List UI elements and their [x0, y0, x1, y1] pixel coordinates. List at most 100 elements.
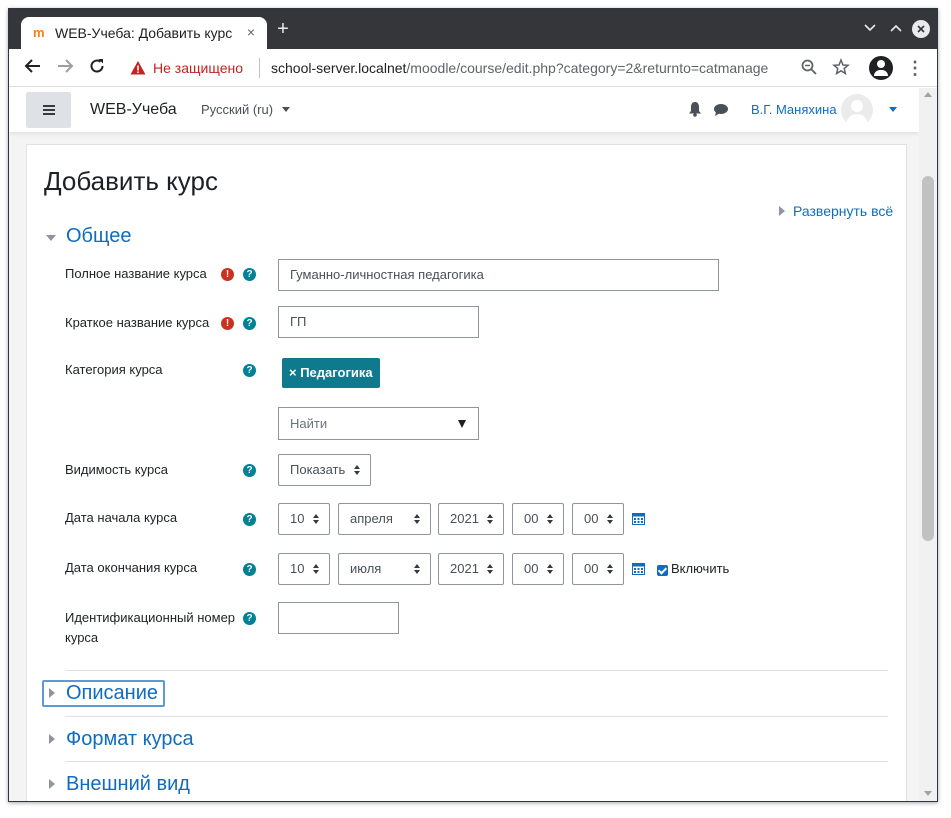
select-arrows-icon: [487, 564, 495, 575]
section-expand-icon[interactable]: [49, 734, 55, 744]
bookmark-star-icon[interactable]: [831, 57, 851, 78]
warning-icon: [130, 61, 146, 75]
help-icon[interactable]: ?: [243, 364, 256, 377]
dropdown-caret-icon: [458, 420, 466, 428]
shortname-label: Краткое название курса: [65, 315, 210, 330]
select-arrows-icon: [313, 514, 321, 525]
start-day-value: 10: [290, 511, 305, 526]
category-search-select[interactable]: Найти: [278, 407, 479, 440]
fullname-input[interactable]: Гуманно-личностная педагогика: [278, 259, 719, 291]
end-year-select[interactable]: 2021: [438, 553, 504, 585]
select-arrows-icon: [487, 514, 495, 525]
expand-all-link[interactable]: Развернуть всё: [779, 203, 893, 219]
vertical-scrollbar[interactable]: [919, 88, 937, 801]
help-icon[interactable]: ?: [243, 612, 256, 625]
new-tab-button[interactable]: +: [273, 19, 293, 39]
select-arrows-icon: [313, 564, 321, 575]
category-search-placeholder: Найти: [290, 416, 328, 431]
start-date-label: Дата начала курса: [65, 510, 178, 525]
site-brand[interactable]: WEB-Учеба: [90, 101, 177, 119]
section-divider: [65, 716, 888, 717]
start-month-select[interactable]: апреля: [338, 503, 431, 535]
reload-icon[interactable]: [86, 57, 108, 79]
back-arrow-icon[interactable]: [22, 57, 44, 79]
chevron-up-icon[interactable]: [887, 19, 905, 37]
scroll-thumb[interactable]: [922, 176, 934, 541]
required-icon: !: [221, 317, 234, 330]
visibility-select[interactable]: Показать: [278, 454, 371, 486]
fullname-label: Полное название курса: [65, 266, 207, 281]
select-arrows-icon: [354, 465, 362, 476]
address-bar[interactable]: school-server.localnet/moodle/course/edi…: [271, 60, 768, 76]
tab-title: WEB-Учеба: Добавить курс: [55, 25, 233, 41]
section-course-format[interactable]: Формат курса: [66, 728, 194, 751]
start-minute-select[interactable]: 00: [572, 503, 624, 535]
moodle-favicon-icon: m: [33, 25, 45, 40]
help-icon[interactable]: ?: [243, 268, 256, 281]
end-day-select[interactable]: 10: [278, 553, 330, 585]
chevron-down-icon[interactable]: [861, 19, 879, 37]
section-appearance[interactable]: Внешний вид: [66, 773, 190, 796]
calendar-icon[interactable]: [632, 562, 645, 575]
calendar-icon[interactable]: [632, 512, 645, 525]
browser-window: m WEB-Учеба: Добавить курс × + Не защище…: [8, 8, 938, 802]
user-name[interactable]: В.Г. Маняхина: [751, 102, 837, 117]
profile-icon[interactable]: [869, 56, 893, 80]
page-title: Добавить курс: [44, 166, 218, 196]
start-year-select[interactable]: 2021: [438, 503, 504, 535]
visibility-value: Показать: [290, 462, 346, 477]
tab-close-icon[interactable]: ×: [242, 23, 260, 41]
shortname-input[interactable]: ГП: [278, 306, 479, 338]
help-icon[interactable]: ?: [243, 464, 256, 477]
section-general[interactable]: Общее: [66, 225, 132, 248]
user-menu-caret-icon[interactable]: [889, 107, 897, 112]
section-expand-icon[interactable]: [49, 779, 55, 789]
page-viewport: WEB-Учеба Русский ‎(ru)‎ В.Г. Маняхина Д…: [9, 88, 937, 801]
section-collapse-icon[interactable]: [46, 235, 56, 241]
idnumber-label-line2: курса: [65, 630, 99, 645]
end-minute-select[interactable]: 00: [572, 553, 624, 585]
security-status[interactable]: Не защищено: [153, 60, 243, 76]
section-divider: [65, 761, 888, 762]
start-day-select[interactable]: 10: [278, 503, 330, 535]
select-arrows-icon: [607, 564, 615, 575]
main-card: Добавить курс Развернуть всё Общее Полно…: [26, 144, 907, 801]
scroll-down-arrow-icon[interactable]: [924, 791, 932, 796]
category-chip[interactable]: × Педагогика: [282, 358, 380, 388]
visibility-label: Видимость курса: [65, 462, 168, 477]
idnumber-input[interactable]: [278, 602, 399, 634]
end-hour-value: 00: [524, 561, 539, 576]
select-arrows-icon: [414, 564, 422, 575]
start-year-value: 2021: [450, 511, 479, 526]
zoom-icon[interactable]: [799, 58, 819, 78]
bell-icon[interactable]: [688, 101, 702, 117]
end-month-value: июля: [350, 561, 382, 576]
avatar[interactable]: [841, 94, 873, 126]
help-icon[interactable]: ?: [243, 317, 256, 330]
forward-arrow-icon[interactable]: [54, 57, 76, 79]
browser-tab[interactable]: m WEB-Учеба: Добавить курс ×: [21, 17, 267, 49]
more-menu-icon[interactable]: ⋮: [906, 57, 924, 79]
hamburger-menu-icon[interactable]: [26, 92, 71, 128]
scroll-up-arrow-icon[interactable]: [924, 92, 932, 97]
window-close-icon[interactable]: [912, 20, 930, 38]
address-divider: [259, 58, 260, 78]
help-icon[interactable]: ?: [243, 513, 256, 526]
chat-icon[interactable]: [713, 103, 729, 117]
idnumber-label-line1: Идентификационный номер: [65, 610, 236, 625]
start-hour-value: 00: [524, 511, 539, 526]
section-expand-icon[interactable]: [49, 688, 55, 698]
end-day-value: 10: [290, 561, 305, 576]
end-year-value: 2021: [450, 561, 479, 576]
end-date-enable-label: Включить: [671, 561, 730, 576]
end-month-select[interactable]: июля: [338, 553, 431, 585]
url-path: /moodle/course/edit.php?category=2&retur…: [406, 60, 769, 76]
language-menu[interactable]: Русский ‎(ru)‎: [201, 102, 273, 117]
end-hour-select[interactable]: 00: [512, 553, 564, 585]
start-minute-value: 00: [584, 511, 599, 526]
help-icon[interactable]: ?: [243, 563, 256, 576]
select-arrows-icon: [414, 514, 422, 525]
start-hour-select[interactable]: 00: [512, 503, 564, 535]
section-description[interactable]: Описание: [66, 682, 158, 705]
end-date-enable-checkbox[interactable]: [657, 565, 668, 576]
